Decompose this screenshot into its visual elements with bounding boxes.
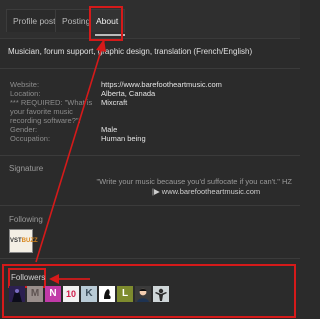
field-value-location: Alberta, Canada <box>101 89 156 98</box>
signature-heading: Signature <box>9 164 44 173</box>
field-value-favorite-software: Mixcraft <box>101 98 128 107</box>
about-tab-highlight-box <box>89 6 123 41</box>
divider <box>0 205 300 206</box>
follower-avatar[interactable] <box>135 286 151 302</box>
follower-figure-icon <box>9 286 25 302</box>
profile-tabs: Profile posts Postings About <box>0 0 300 39</box>
signature-link[interactable]: |▶ www.barefootheartmusic.com <box>152 187 260 196</box>
follower-avatar[interactable] <box>153 286 169 302</box>
buzz-label: BUZZ <box>21 238 38 244</box>
follower-person-photo-icon <box>135 286 151 302</box>
field-label-location: Location: <box>10 89 41 98</box>
signature-quote: "Write your music because you'd suffocat… <box>96 177 293 186</box>
divider <box>0 155 300 156</box>
following-heading: Following <box>9 215 43 224</box>
follower-avatar[interactable]: K <box>81 286 97 302</box>
field-label-favorite-software: *** REQUIRED: "What is your favorite mus… <box>10 98 93 125</box>
field-label-occupation: Occupation: <box>10 134 51 143</box>
divider <box>0 258 300 259</box>
follower-avatar[interactable]: L <box>117 286 133 302</box>
vst-label: VST <box>10 238 22 244</box>
follower-avatar[interactable]: 10 <box>63 286 79 302</box>
follower-silhouette-icon <box>153 286 169 302</box>
follower-bird-icon <box>99 286 115 302</box>
website-link[interactable]: https://www.barefootheartmusic.com <box>101 80 222 89</box>
following-avatar-vstbuzz[interactable]: VSTBUZZ <box>9 229 38 253</box>
follower-avatar[interactable] <box>9 286 25 302</box>
field-value-gender: Male <box>101 125 118 134</box>
follower-avatar[interactable]: M <box>27 286 43 302</box>
divider <box>0 68 300 69</box>
profile-bio: Musician, forum support, graphic design,… <box>8 47 253 56</box>
field-label-gender: Gender: <box>10 125 38 134</box>
field-label-website: Website: <box>10 80 40 89</box>
follower-avatar[interactable]: N <box>45 286 61 302</box>
arrow-line <box>35 40 105 263</box>
followers-heading: Followers <box>11 273 46 282</box>
follower-avatar[interactable] <box>99 286 115 302</box>
field-value-occupation: Human being <box>101 134 146 143</box>
